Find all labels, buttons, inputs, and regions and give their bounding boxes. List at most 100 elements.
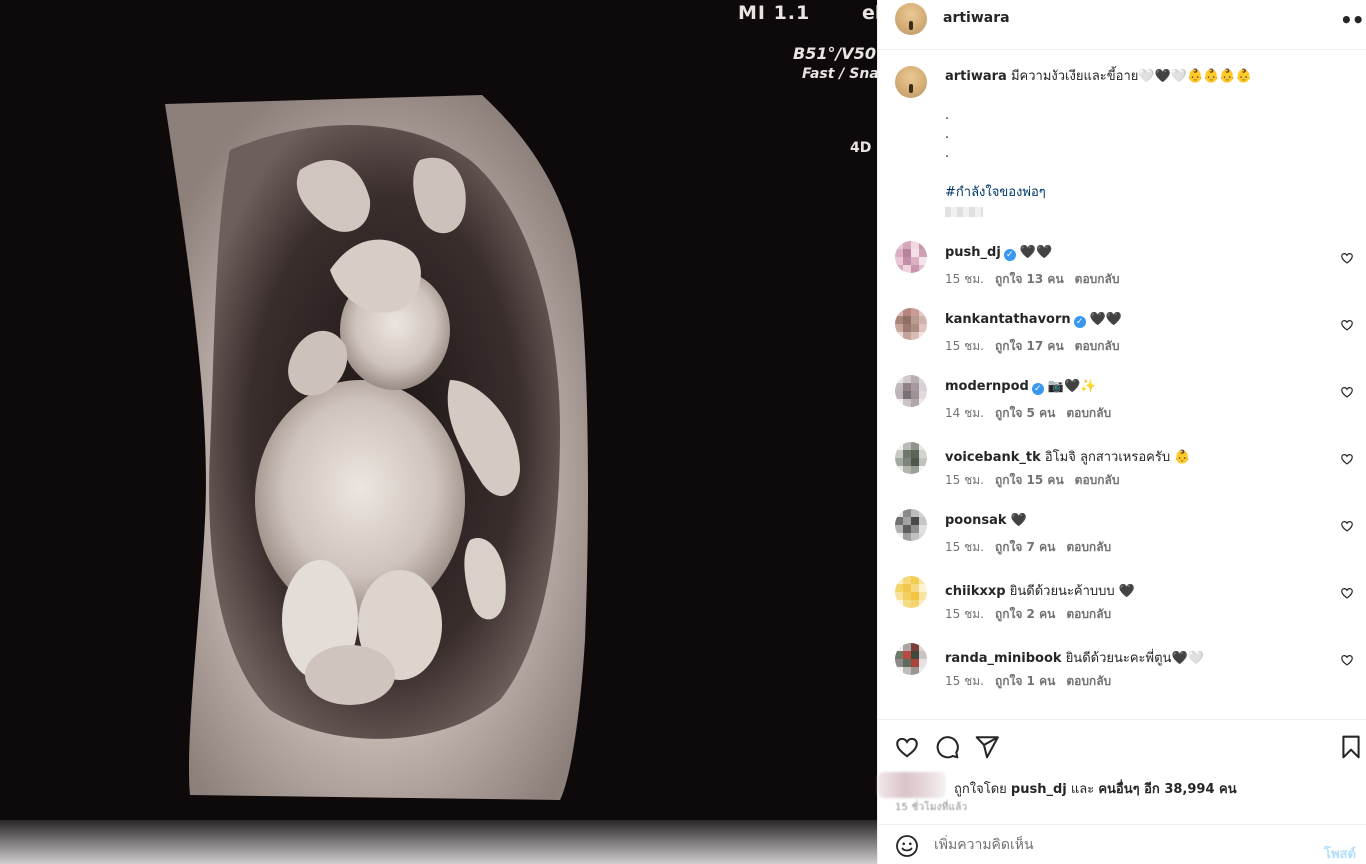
more-horizontal-icon[interactable]: ••• xyxy=(1340,8,1366,32)
comment-input[interactable] xyxy=(934,835,1294,855)
comment-like-heart-icon[interactable] xyxy=(1340,251,1354,265)
comment-text: อิโมจิ ลูกสาวเหรอครับ 👶 xyxy=(1044,450,1191,465)
commenter-avatar[interactable] xyxy=(895,241,927,273)
comment-row: kankantathavorn ✓ 🖤🖤 15 ชม. ถูกใจ 17 คน ตอบกล… xyxy=(878,308,1366,375)
comment-text: 🖤🖤 xyxy=(1019,245,1053,260)
comment-like-heart-icon[interactable] xyxy=(1340,318,1354,332)
comment-time: 15 ชม. xyxy=(945,339,984,353)
liked-by-user[interactable]: push_dj xyxy=(1011,782,1067,797)
commenter-username[interactable]: kankantathavorn xyxy=(945,312,1071,327)
comment-time: 15 ชม. xyxy=(945,540,984,554)
post-image[interactable]: MI 1.1 el B51°/V50 Fast / Sna 4D xyxy=(0,0,877,864)
comment-meta: 15 ชม. ถูกใจ 17 คน ตอบกลับ xyxy=(945,337,1131,356)
commenter-username[interactable]: modernpod xyxy=(945,379,1029,394)
reply-button[interactable]: ตอบกลับ xyxy=(1066,540,1111,554)
comment-meta: 15 ชม. ถูกใจ 15 คน ตอบกลับ xyxy=(945,471,1131,490)
commenter-avatar[interactable] xyxy=(895,576,927,608)
author-avatar[interactable] xyxy=(895,3,927,35)
commenter-username[interactable]: chiikxxp xyxy=(945,584,1006,599)
comment-bubble-icon[interactable] xyxy=(934,734,960,760)
comment-like-heart-icon[interactable] xyxy=(1340,452,1354,466)
comment-meta: 14 ชม. ถูกใจ 5 คน ตอบกลับ xyxy=(945,404,1122,423)
caption-time-blurred xyxy=(945,207,983,217)
caption-author-avatar[interactable] xyxy=(895,66,927,98)
commenter-avatar[interactable] xyxy=(895,509,927,541)
commenter-username[interactable]: push_dj xyxy=(945,245,1001,260)
comment-likes-count[interactable]: ถูกใจ 13 คน xyxy=(995,272,1064,286)
liked-by-avatars-blurred xyxy=(878,772,946,798)
comment-text: 📷🖤✨ xyxy=(1047,379,1097,394)
comment-meta: 15 ชม. ถูกใจ 7 คน ตอบกลับ xyxy=(945,538,1122,557)
commenter-avatar[interactable] xyxy=(895,643,927,675)
comment-likes-count[interactable]: ถูกใจ 1 คน xyxy=(995,674,1055,688)
commenter-avatar[interactable] xyxy=(895,308,927,340)
comment-likes-count[interactable]: ถูกใจ 17 คน xyxy=(995,339,1064,353)
paper-plane-icon[interactable] xyxy=(974,734,1000,760)
liked-by-summary[interactable]: ถูกใจโดย push_dj และ คนอื่นๆ อีก 38,994 … xyxy=(954,778,1237,799)
post-timestamp: 15 ชั่วโมงที่แล้ว xyxy=(895,802,968,813)
bookmark-icon[interactable] xyxy=(1338,734,1364,760)
comment-line: poonsak 🖤 xyxy=(945,513,1027,528)
comment-like-heart-icon[interactable] xyxy=(1340,519,1354,533)
commenter-username[interactable]: randa_minibook xyxy=(945,651,1062,666)
comments-scroll-area[interactable]: artiwara มีความงัวเงียและขี้อาย🤍🖤🤍👶👶👶👶 .… xyxy=(878,51,1366,719)
reply-button[interactable]: ตอบกลับ xyxy=(1066,674,1111,688)
comment-text: 🖤🖤 xyxy=(1089,312,1123,327)
verified-badge-icon: ✓ xyxy=(1031,383,1044,395)
reply-button[interactable]: ตอบกลับ xyxy=(1075,272,1120,286)
reply-button[interactable]: ตอบกลับ xyxy=(1066,406,1111,420)
commenter-username[interactable]: voicebank_tk xyxy=(945,450,1041,465)
caption-dot-1: . xyxy=(945,108,950,123)
commenter-avatar[interactable] xyxy=(895,442,927,474)
commenter-username[interactable]: poonsak xyxy=(945,513,1007,528)
overlay-mi-index: MI 1.1 xyxy=(738,2,811,24)
caption-hashtag-link[interactable]: #กำลังใจของพ่อๆ xyxy=(945,181,1046,202)
liked-by-mid: และ xyxy=(1070,782,1095,797)
comment-row: push_dj ✓ 🖤🖤 15 ชม. ถูกใจ 13 คน ตอบกลับ xyxy=(878,241,1366,308)
overlay-fragment: el xyxy=(862,2,877,24)
heart-icon[interactable] xyxy=(894,734,920,760)
reply-button[interactable]: ตอบกลับ xyxy=(1075,339,1120,353)
comment-like-heart-icon[interactable] xyxy=(1340,653,1354,667)
post-comment-button[interactable]: โพสต์ xyxy=(1324,843,1356,864)
comment-time: 15 ชม. xyxy=(945,272,984,286)
comment-likes-count[interactable]: ถูกใจ 5 คน xyxy=(995,406,1055,420)
reply-button[interactable]: ตอบกลับ xyxy=(1066,607,1111,621)
commenter-avatar[interactable] xyxy=(895,375,927,407)
comment-row: poonsak 🖤 15 ชม. ถูกใจ 7 คน ตอบกลับ xyxy=(878,509,1366,576)
ultrasound-image xyxy=(0,0,877,864)
overlay-mode: Fast / Sna xyxy=(802,66,877,82)
comment-line: randa_minibook ยินดีด้วยนะคะพี่ตูน🖤🤍 xyxy=(945,647,1204,668)
add-comment-bar: โพสต์ xyxy=(878,824,1366,864)
comment-line: chiikxxp ยินดีด้วยนะค้าบบบ 🖤 xyxy=(945,580,1135,601)
caption-body: มีความงัวเงียและขี้อาย🤍🖤🤍👶👶👶👶 xyxy=(1010,69,1252,84)
comment-like-heart-icon[interactable] xyxy=(1340,385,1354,399)
comment-row: modernpod ✓ 📷🖤✨ 14 ชม. ถูกใจ 5 คน ตอบกลับ xyxy=(878,375,1366,442)
liked-by-others[interactable]: คนอื่นๆ อีก 38,994 คน xyxy=(1098,782,1236,797)
author-username[interactable]: artiwara xyxy=(943,10,1010,26)
liked-by-prefix: ถูกใจโดย xyxy=(954,782,1007,797)
comment-text: 🖤 xyxy=(1010,513,1027,528)
comment-time: 15 ชม. xyxy=(945,674,984,688)
overlay-settings: B51°/V50 xyxy=(793,44,876,63)
comment-line: modernpod ✓ 📷🖤✨ xyxy=(945,379,1096,395)
comment-line: voicebank_tk อิโมจิ ลูกสาวเหรอครับ 👶 xyxy=(945,446,1190,467)
caption-dot-2: . xyxy=(945,127,950,142)
verified-badge-icon: ✓ xyxy=(1073,316,1086,328)
comment-row: chiikxxp ยินดีด้วยนะค้าบบบ 🖤 15 ชม. ถูกใจ … xyxy=(878,576,1366,643)
post-side-panel: artiwara ••• artiwara มีความงัวเงียและขี… xyxy=(877,0,1366,864)
caption-dot-3: . xyxy=(945,146,950,161)
comment-likes-count[interactable]: ถูกใจ 2 คน xyxy=(995,607,1055,621)
comment-meta: 15 ชม. ถูกใจ 2 คน ตอบกลับ xyxy=(945,605,1122,624)
comment-text: ยินดีด้วยนะค้าบบบ 🖤 xyxy=(1009,584,1135,599)
comment-likes-count[interactable]: ถูกใจ 7 คน xyxy=(995,540,1055,554)
comment-line: push_dj ✓ 🖤🖤 xyxy=(945,245,1052,261)
comment-meta: 15 ชม. ถูกใจ 13 คน ตอบกลับ xyxy=(945,270,1131,289)
comment-line: kankantathavorn ✓ 🖤🖤 xyxy=(945,312,1122,328)
caption-username[interactable]: artiwara xyxy=(945,69,1007,84)
smiley-icon[interactable] xyxy=(895,834,919,858)
reply-button[interactable]: ตอบกลับ xyxy=(1075,473,1120,487)
comment-like-heart-icon[interactable] xyxy=(1340,586,1354,600)
comment-likes-count[interactable]: ถูกใจ 15 คน xyxy=(995,473,1064,487)
comment-text: ยินดีด้วยนะคะพี่ตูน🖤🤍 xyxy=(1065,651,1204,666)
